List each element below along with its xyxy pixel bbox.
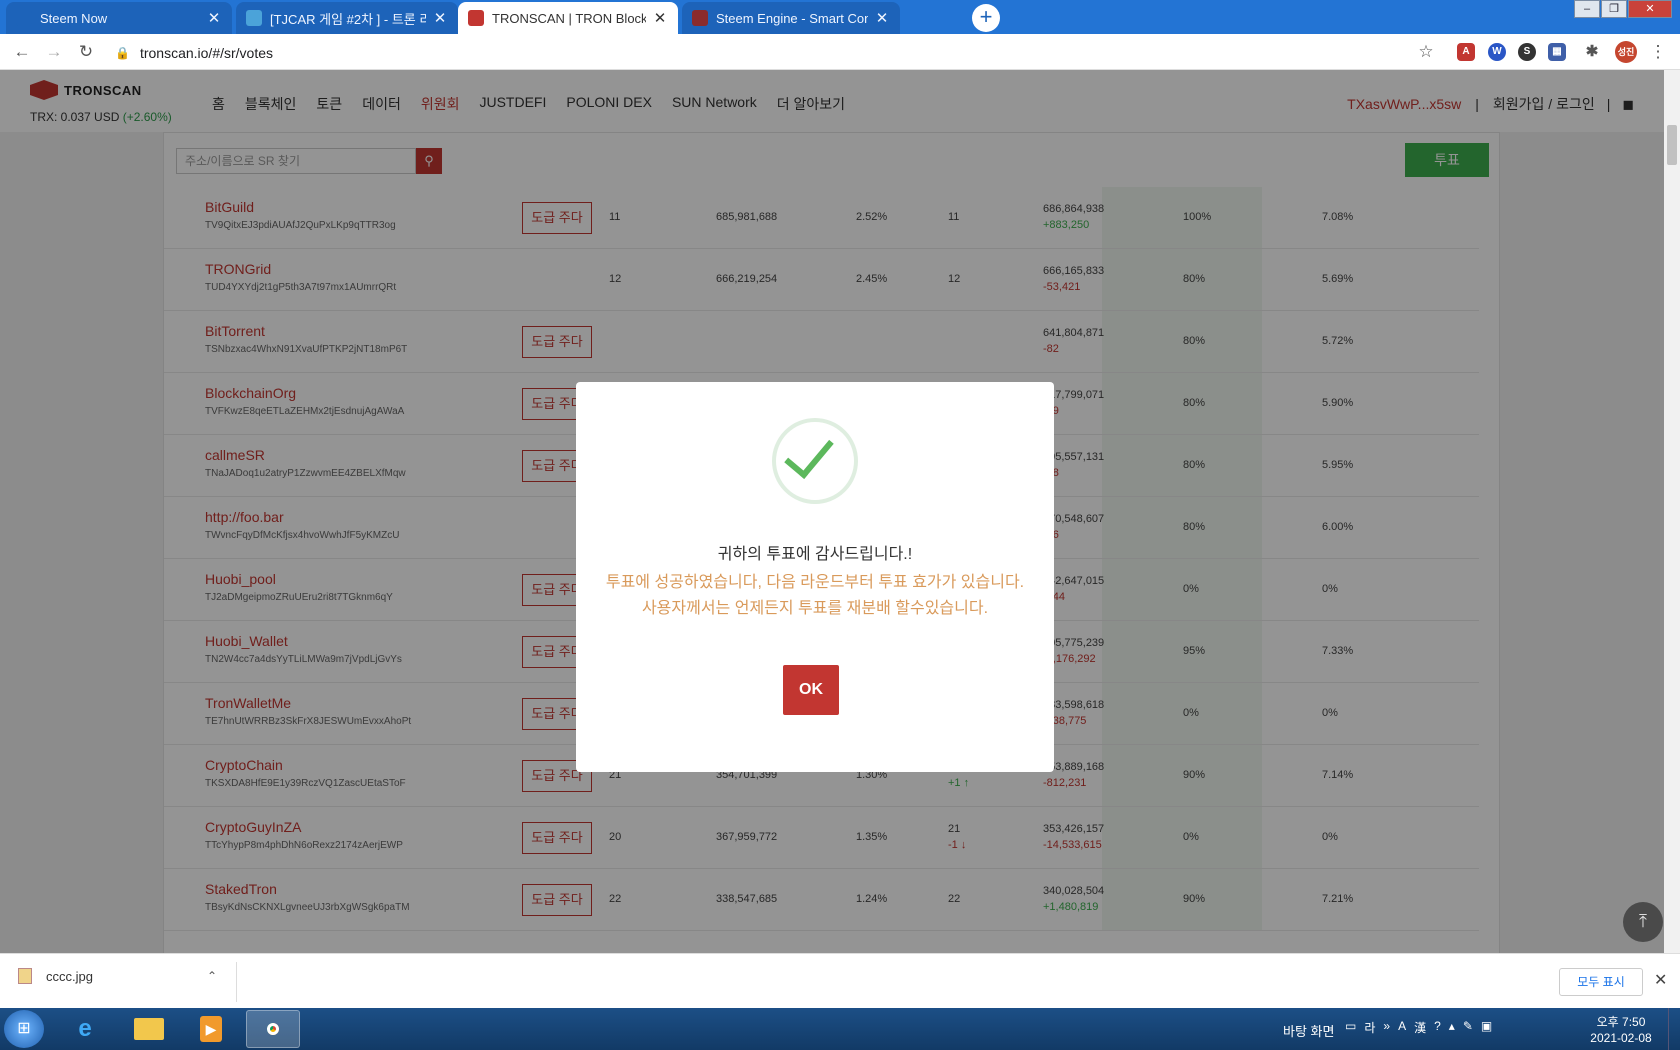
- steem-engine-icon: [692, 10, 708, 26]
- internet-explorer-icon[interactable]: e: [58, 1010, 112, 1048]
- browser-menu-icon[interactable]: ⋮: [1648, 42, 1668, 62]
- close-tab-icon[interactable]: ✕: [652, 9, 668, 27]
- file-explorer-icon[interactable]: [122, 1010, 176, 1048]
- scroll-to-top-icon[interactable]: ⤒: [1623, 902, 1663, 942]
- network-icon[interactable]: ▣: [1481, 1019, 1492, 1036]
- tray-expand-icon[interactable]: ▴: [1449, 1019, 1455, 1036]
- ime-a-icon[interactable]: A: [1398, 1019, 1406, 1036]
- tab-title: Steem Engine - Smart Contracts: [716, 10, 868, 26]
- browser-tab[interactable]: Steem Engine - Smart Contracts ✕: [682, 2, 900, 34]
- close-tab-icon[interactable]: ✕: [874, 9, 890, 27]
- windows-taskbar: ⊞ e ▶ 바탕 화면 ▭ 라 » A 漢 ? ▴ ✎ ▣ 오후 7:50 20…: [0, 1008, 1680, 1050]
- tab-title: Steem Now: [40, 10, 108, 26]
- address-bar[interactable]: 🔒 tronscan.io/#/sr/votes: [115, 41, 1440, 65]
- ime-expand-icon[interactable]: »: [1383, 1019, 1390, 1036]
- ok-button[interactable]: OK: [783, 665, 839, 715]
- system-tray: ▭ 라 » A 漢 ? ▴ ✎ ▣: [1345, 1019, 1492, 1036]
- scrollbar-thumb[interactable]: [1667, 125, 1677, 165]
- new-tab-button[interactable]: +: [972, 4, 1000, 32]
- profile-avatar[interactable]: 성진: [1615, 41, 1637, 63]
- puzzle-extensions-icon[interactable]: ✱: [1583, 43, 1601, 61]
- lock-icon: 🔒: [115, 46, 130, 60]
- menu-icon: [16, 10, 32, 26]
- hanja-icon[interactable]: 漢: [1414, 1019, 1426, 1036]
- download-bar: cccc.jpg ⌃ 모두 표시 ✕: [0, 953, 1680, 1008]
- start-button[interactable]: ⊞: [4, 1010, 44, 1048]
- ime-mode[interactable]: 라: [1364, 1019, 1375, 1036]
- dialog-title: 귀하의 투표에 감사드립니다.!: [717, 546, 913, 563]
- show-desktop-button[interactable]: [1668, 1008, 1680, 1050]
- browser-tab[interactable]: Steem Now ✕: [6, 2, 232, 34]
- browser-toolbar: ← → ↻ 🔒 tronscan.io/#/sr/votes ☆ A W S ▦…: [0, 34, 1680, 70]
- keyboard-icon[interactable]: ▭: [1345, 1019, 1356, 1036]
- desktop-toolbar-label[interactable]: 바탕 화면: [1283, 1021, 1334, 1040]
- tronscan-icon: [468, 10, 484, 26]
- browser-tab[interactable]: [TJCAR 게임 #2차 ] - 트론 리소스 ✕: [236, 2, 458, 34]
- app-extension-icon[interactable]: ▦: [1548, 43, 1566, 61]
- media-player-icon[interactable]: ▶: [184, 1010, 238, 1048]
- tronscan-page: TRONSCAN TRX: 0.037 USD (+2.60%) 홈 블록체인 토큰…: [0, 70, 1680, 953]
- dialog-message-line: 투표에 성공하였습니다, 다음 라운드부터 투표 효가가 있습니다.: [605, 574, 1025, 591]
- help-icon[interactable]: ?: [1434, 1019, 1441, 1036]
- wordpress-extension-icon[interactable]: W: [1488, 43, 1506, 61]
- download-filename: cccc.jpg: [46, 968, 93, 984]
- dialog-message-line: 사용자께서는 언제든지 투표를 재분배 할수있습니다.: [641, 600, 989, 617]
- restore-window-button[interactable]: ❐: [1601, 0, 1627, 18]
- vote-success-dialog: 귀하의 투표에 감사드립니다.! 투표에 성공하였습니다, 다음 라운드부터 투…: [576, 382, 1054, 772]
- success-check-icon: [772, 418, 858, 504]
- pen-icon[interactable]: ✎: [1463, 1019, 1473, 1036]
- close-tab-icon[interactable]: ✕: [432, 9, 448, 27]
- minimize-window-button[interactable]: –: [1574, 0, 1600, 18]
- download-item[interactable]: cccc.jpg: [18, 968, 93, 984]
- back-icon[interactable]: ←: [12, 42, 32, 62]
- clock-date: 2021-02-08: [1590, 1031, 1652, 1045]
- chevron-up-icon[interactable]: ⌃: [207, 969, 217, 983]
- steem-extension-icon[interactable]: S: [1518, 43, 1536, 61]
- browser-tab[interactable]: TRONSCAN | TRON BlockChain ✕: [458, 2, 678, 34]
- url-text: tronscan.io/#/sr/votes: [139, 45, 274, 61]
- dialog-message: 투표에 성공하였습니다, 다음 라운드부터 투표 효가가 있습니다. 사용자께서…: [598, 570, 1032, 622]
- clock-time: 오후 7:50: [1596, 1015, 1646, 1029]
- page-scrollbar[interactable]: [1664, 70, 1680, 953]
- close-tab-icon[interactable]: ✕: [206, 9, 222, 27]
- tab-title: TRONSCAN | TRON BlockChain: [492, 10, 646, 26]
- forward-icon[interactable]: →: [44, 42, 64, 62]
- bookmark-star-icon[interactable]: ☆: [1416, 42, 1436, 62]
- pdf-extension-icon[interactable]: A: [1457, 43, 1475, 61]
- chrome-icon[interactable]: [246, 1010, 300, 1048]
- show-all-downloads-button[interactable]: 모두 표시: [1559, 968, 1643, 996]
- reload-icon[interactable]: ↻: [76, 42, 96, 62]
- close-window-button[interactable]: ✕: [1628, 0, 1672, 18]
- divider: [236, 962, 237, 1002]
- tab-title: [TJCAR 게임 #2차 ] - 트론 리소스: [270, 11, 426, 27]
- browser-tab-bar: Steem Now✕[TJCAR 게임 #2차 ] - 트론 리소스✕TRONS…: [0, 0, 1680, 34]
- steemit-icon: [246, 10, 262, 26]
- system-clock[interactable]: 오후 7:50 2021-02-08: [1586, 1014, 1656, 1046]
- close-icon[interactable]: ✕: [1654, 970, 1667, 990]
- image-file-icon: [18, 968, 32, 984]
